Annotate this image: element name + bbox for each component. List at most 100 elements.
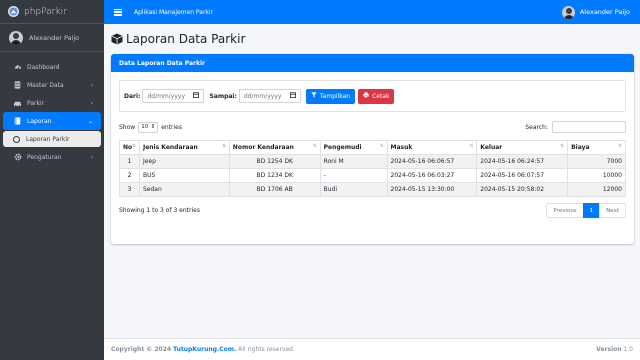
sort-icon: ⇅ (132, 144, 136, 149)
sort-icon: ⇅ (379, 144, 384, 149)
page-header: Laporan Data Parkir (104, 24, 640, 54)
menu-toggle-icon[interactable] (114, 8, 122, 16)
user-menu[interactable]: Alexander Paijo (561, 5, 630, 19)
table-cell: 2024-05-16 06:06:57 (386, 154, 478, 169)
print-button-label: Cetak (372, 92, 390, 100)
sort-icon: ⇅ (469, 144, 474, 149)
table-cell: - (319, 168, 388, 183)
next-page-button[interactable]: Next (599, 203, 626, 218)
brand-name: phpParkir (24, 6, 67, 17)
show-label: Show (119, 123, 136, 131)
sidebar-item-label: Master Data (27, 81, 64, 89)
sidebar-item-label: Dashboard (27, 63, 60, 71)
column-header[interactable]: Biaya ⇅ (567, 140, 626, 155)
sidebar-item-laporan[interactable]: Laporan ⌄ (3, 112, 101, 130)
copyright-link[interactable]: TutupKurung.Com. (173, 346, 236, 353)
user-name: Alexander Paijo (579, 8, 630, 16)
column-header[interactable]: No ⇅ (119, 140, 140, 155)
sidebar-item-pengaturan[interactable]: Pengaturan ‹ (3, 148, 101, 166)
dashboard-icon (13, 63, 22, 72)
print-button[interactable]: Cetak (358, 88, 395, 104)
show-button-label: Tampilkan (319, 92, 351, 100)
datatable-search: Search: (525, 121, 626, 133)
version-value: 1.0 (623, 346, 633, 353)
column-header[interactable]: Nomor Kendaraan ⇅ (228, 140, 321, 155)
table-cell: 2024-05-16 06:07:57 (476, 168, 569, 183)
brand-logo-icon (8, 6, 19, 17)
select-arrows-icon: ⇕ (150, 124, 156, 130)
previous-page-button[interactable]: Previous (546, 203, 584, 218)
table-cell: 2 (119, 168, 140, 183)
card-body: Dari: dd/mm/yyyy Sampai: dd/mm/yyyy Tamp… (111, 72, 634, 226)
sidebar-item-laporan-parkir[interactable]: Laporan Parkir (3, 131, 101, 147)
chevron-left-icon: ‹ (90, 153, 93, 161)
footer: Copyright © 2024 TutupKurung.Com. All ri… (104, 338, 640, 360)
search-label: Search: (525, 123, 548, 131)
card-title: Data Laporan Data Parkir (119, 59, 205, 67)
table-cell: 12000 (567, 182, 626, 197)
column-header-label: Jenis Kendaraan (142, 144, 198, 151)
page-title: Laporan Data Parkir (126, 32, 246, 46)
sidebar-item-label: Laporan (27, 117, 52, 125)
avatar (561, 5, 575, 19)
table-cell: BD 1234 DK (228, 168, 321, 183)
table-cell: Jeep (138, 154, 230, 169)
entries-select-value: 10 (141, 124, 149, 130)
table-cell: 10000 (567, 168, 626, 183)
entries-select[interactable]: 10 ⇕ (138, 121, 159, 133)
copyright-suffix: All rights reserved. (236, 346, 295, 353)
table-cell: Budi (319, 182, 388, 197)
to-date-placeholder: dd/mm/yyyy (243, 92, 282, 100)
table-row: 1 Jeep BD 1254 DK Roni M 2024-05-16 06:0… (119, 154, 626, 169)
car-icon (13, 99, 22, 108)
sidebar-nav: Dashboard Master Data ‹ Parkir ‹ Laporan… (0, 52, 104, 166)
avatar (9, 30, 23, 45)
card-header: Data Laporan Data Parkir (111, 54, 634, 72)
sidebar-item-label: Laporan Parkir (26, 135, 70, 143)
sidebar-item-master-data[interactable]: Master Data ‹ (3, 76, 101, 94)
topbar: Aplikasi Manajemen Parkir Alexander Paij… (104, 0, 640, 24)
from-date-input[interactable]: dd/mm/yyyy (142, 89, 205, 103)
table-cell: 1 (119, 154, 140, 169)
column-header-label: Biaya (571, 144, 590, 151)
table-cell: 2024-05-16 06:24:57 (476, 154, 569, 169)
from-date-placeholder: dd/mm/yyyy (147, 92, 186, 100)
table-cell: 3 (119, 182, 140, 197)
sidebar-item-dashboard[interactable]: Dashboard (3, 58, 101, 76)
page-button[interactable]: 1 (582, 203, 601, 218)
calendar-icon (193, 92, 200, 100)
user-name: Alexander Paijo (29, 33, 80, 42)
search-input[interactable] (552, 121, 626, 133)
user-panel[interactable]: Alexander Paijo (0, 24, 104, 52)
to-date-label: Sampai: (209, 92, 237, 100)
entries-length: Show 10 ⇕ entries (119, 121, 183, 133)
sidebar-item-label: Pengaturan (27, 153, 62, 161)
table-row: 2 BUS BD 1234 DK - 2024-05-16 06:03:27 2… (119, 168, 626, 183)
version-label: Version (596, 346, 622, 353)
column-header[interactable]: Jenis Kendaraan ⇅ (138, 140, 230, 155)
column-header[interactable]: Masuk ⇅ (386, 140, 478, 155)
circle-icon (13, 135, 20, 143)
entries-label: entries (161, 123, 183, 131)
column-header[interactable]: Keluar ⇅ (476, 140, 569, 155)
cube-icon (111, 33, 123, 45)
table-cell: 2024-05-15 13:30:00 (386, 182, 478, 197)
table-cell: 2024-05-15 20:58:02 (476, 182, 569, 197)
show-button[interactable]: Tampilkan (305, 88, 356, 104)
filter-icon (311, 92, 317, 100)
table-info: Showing 1 to 3 of 3 entries (119, 207, 200, 214)
column-header-label: Nomor Kendaraan (232, 144, 294, 151)
pagination: Previous 1 Next (546, 203, 626, 218)
sidebar-item-label: Parkir (27, 99, 45, 107)
copyright-prefix: Copyright © 2024 (111, 346, 174, 353)
print-icon (363, 92, 369, 100)
chevron-left-icon: ‹ (90, 81, 93, 89)
sidebar-item-parkir[interactable]: Parkir ‹ (3, 94, 101, 112)
book-icon (13, 117, 22, 126)
table-cell: BD 1706 AB (228, 182, 321, 197)
column-header[interactable]: Pengemudi ⇅ (319, 140, 388, 155)
to-date-input[interactable]: dd/mm/yyyy (238, 89, 301, 103)
table-cell: BUS (138, 168, 230, 183)
app-title[interactable]: Aplikasi Manajemen Parkir (134, 9, 562, 16)
brand[interactable]: phpParkir (0, 0, 104, 24)
